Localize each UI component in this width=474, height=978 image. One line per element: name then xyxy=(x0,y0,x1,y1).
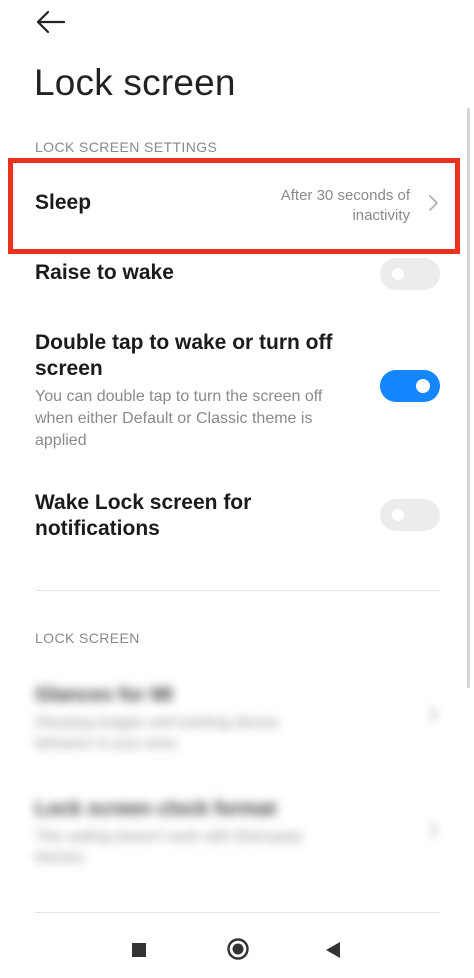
raise-to-wake-title: Raise to wake xyxy=(35,261,174,284)
double-tap-toggle[interactable] xyxy=(380,370,440,402)
toggle-knob xyxy=(392,268,404,280)
triangle-left-icon xyxy=(326,942,340,958)
raise-to-wake-toggle[interactable] xyxy=(380,258,440,290)
chevron-right-icon xyxy=(426,705,440,725)
chevron-right-icon xyxy=(426,820,440,840)
back-button[interactable] xyxy=(32,6,72,38)
circle-icon xyxy=(227,938,249,960)
page-title: Lock screen xyxy=(34,62,236,103)
double-tap-description: You can double tap to turn the screen of… xyxy=(35,388,323,449)
square-icon xyxy=(132,943,146,957)
divider xyxy=(35,590,440,591)
toggle-knob xyxy=(392,509,404,521)
double-tap-title: Double tap to wake or turn off screen xyxy=(35,331,333,380)
arrow-left-icon xyxy=(36,10,66,34)
wake-notifications-title: Wake Lock screen for notifications xyxy=(35,491,252,540)
home-button[interactable] xyxy=(226,937,250,966)
divider xyxy=(35,912,440,913)
blurred-item-clock-format[interactable]: Lock screen clock format This setting do… xyxy=(35,796,302,868)
section-header-settings: LOCK SCREEN SETTINGS xyxy=(35,139,218,155)
toggle-knob xyxy=(416,379,430,393)
recents-button[interactable] xyxy=(130,941,148,964)
wake-notifications-toggle[interactable] xyxy=(380,499,440,531)
section-header-lock-screen: LOCK SCREEN xyxy=(35,630,140,646)
blurred-item-glances[interactable]: Glances for MI Showing images and tracki… xyxy=(35,682,278,754)
highlight-box xyxy=(8,158,460,254)
nav-back-button[interactable] xyxy=(324,940,342,965)
